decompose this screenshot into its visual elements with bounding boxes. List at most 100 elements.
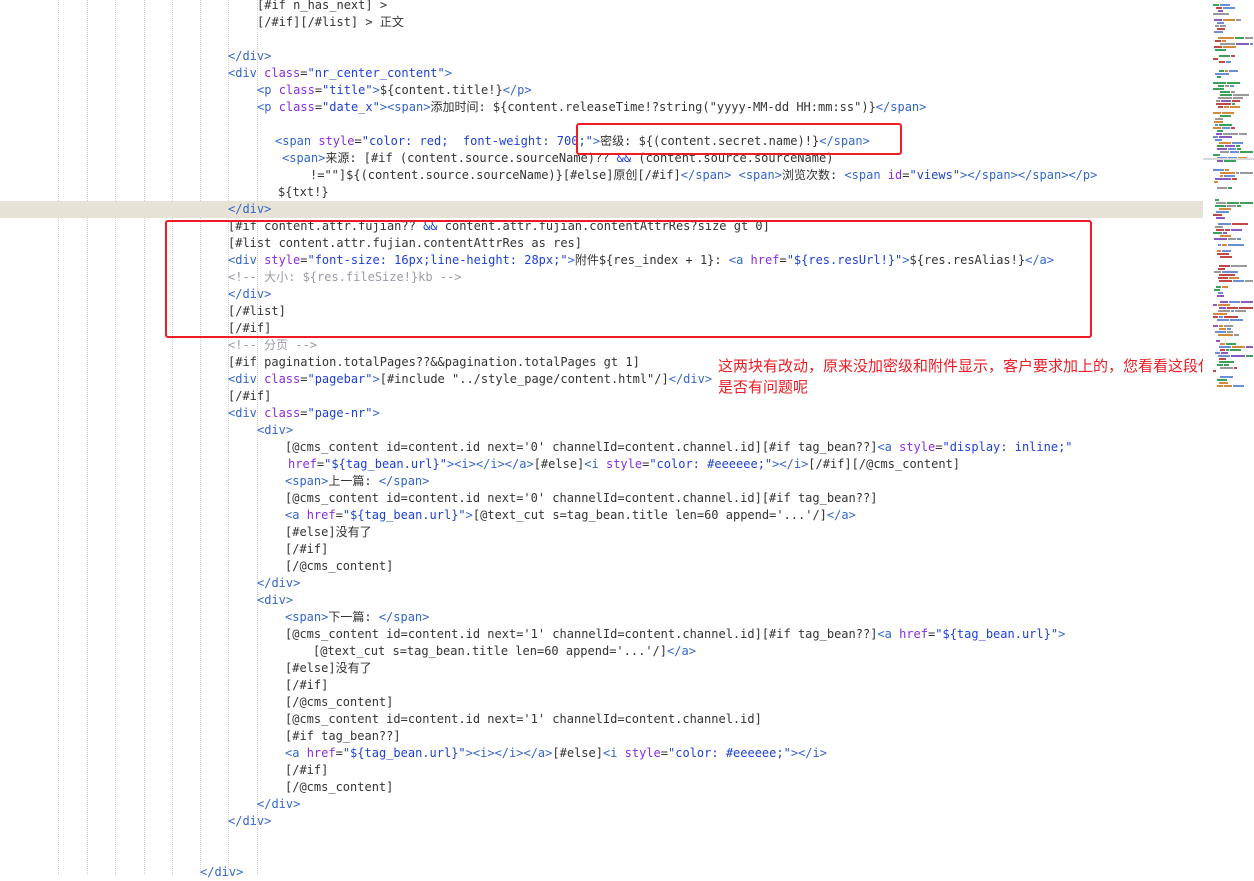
- code-token: =: [928, 627, 936, 641]
- code-token: <div: [228, 372, 265, 386]
- code-token: [@cms_content id=content.id next='0' cha…: [285, 491, 878, 505]
- code-token: href: [306, 508, 336, 522]
- minimap-stroke: [1237, 238, 1241, 240]
- code-line[interactable]: [@cms_content id=content.id next='0' cha…: [0, 490, 1203, 507]
- code-line[interactable]: [@cms_content id=content.id next='1' cha…: [0, 711, 1203, 728]
- code-line-content: [/#if]: [228, 388, 271, 405]
- code-line[interactable]: <div class="page-nr">: [0, 405, 1203, 422]
- minimap-stroke: [1217, 22, 1224, 24]
- minimap-stroke: [1235, 310, 1246, 312]
- code-line[interactable]: [@cms_content id=content.id next='0' cha…: [0, 439, 1203, 456]
- code-line[interactable]: <a href="${tag_bean.url}"><i></i></a>[#e…: [0, 745, 1203, 762]
- minimap-stroke: [1219, 274, 1235, 276]
- code-token: <span>: [738, 168, 782, 182]
- code-line-content: <a href="${tag_bean.url}"><i></i></a>[#e…: [285, 745, 827, 762]
- code-line-content: <div class="nr_center_content">: [228, 65, 452, 82]
- minimap-stroke: [1246, 346, 1253, 348]
- code-token: <span>: [285, 474, 329, 488]
- code-line[interactable]: [/@cms_content]: [0, 694, 1203, 711]
- code-line[interactable]: <!-- 分页 -->: [0, 337, 1203, 354]
- code-line-content: </div>: [228, 201, 271, 218]
- minimap-stroke: [1219, 328, 1226, 330]
- code-line[interactable]: <p class="title">${content.title!}</p>: [0, 82, 1203, 99]
- code-line[interactable]: ${txt!}: [0, 184, 1203, 201]
- minimap-stroke: [1219, 346, 1231, 348]
- minimap-stroke: [1245, 280, 1253, 282]
- code-line[interactable]: </div>: [0, 864, 1203, 881]
- code-line[interactable]: [0, 830, 1203, 847]
- minimap-stroke: [1215, 25, 1219, 27]
- code-line[interactable]: [/#if]: [0, 541, 1203, 558]
- code-line-content: [/#if]: [285, 541, 328, 558]
- code-line[interactable]: <div>: [0, 592, 1203, 609]
- code-token: class: [264, 372, 301, 386]
- code-line[interactable]: <div>: [0, 422, 1203, 439]
- code-line[interactable]: [/#if][/#list] > 正文: [0, 14, 1203, 31]
- minimap-stroke: [1232, 142, 1243, 144]
- code-line[interactable]: [/@cms_content]: [0, 779, 1203, 796]
- minimap[interactable]: [1203, 0, 1254, 875]
- code-line[interactable]: <div class="nr_center_content">: [0, 65, 1203, 82]
- code-line-content: href="${tag_bean.url}"><i></i></a>[#else…: [288, 456, 960, 473]
- code-line[interactable]: </div>: [0, 201, 1203, 218]
- code-line[interactable]: [#if n_has_next] >: [0, 0, 1203, 14]
- code-line-content: [#else]没有了: [285, 524, 372, 541]
- minimap-stroke: [1219, 55, 1230, 57]
- minimap-stroke: [1215, 199, 1219, 201]
- code-line[interactable]: </div>: [0, 48, 1203, 65]
- code-line[interactable]: </div>: [0, 575, 1203, 592]
- code-line[interactable]: <a href="${tag_bean.url}">[@text_cut s=t…: [0, 507, 1203, 524]
- minimap-stroke: [1219, 382, 1228, 384]
- minimap-stroke: [1217, 379, 1227, 381]
- minimap-stroke: [1213, 58, 1218, 60]
- minimap-stroke: [1232, 103, 1235, 105]
- code-line[interactable]: [0, 31, 1203, 48]
- minimap-stroke: [1227, 331, 1233, 333]
- code-line[interactable]: <p class="date_x"><span>添加时间: ${content.…: [0, 99, 1203, 116]
- minimap-stroke: [1218, 292, 1223, 294]
- minimap-stroke: [1240, 151, 1253, 153]
- minimap-stroke: [1217, 187, 1227, 189]
- code-token: <i>: [472, 746, 495, 760]
- minimap-stroke: [1229, 301, 1240, 303]
- code-token: =: [335, 746, 343, 760]
- code-token: <!-- 分页 -->: [228, 338, 318, 352]
- minimap-stroke: [1220, 256, 1232, 258]
- minimap-stroke: [1222, 244, 1227, 246]
- code-token: </span>: [1017, 168, 1069, 182]
- code-line-content: </div>: [228, 813, 271, 830]
- code-line[interactable]: [#if tag_bean??]: [0, 728, 1203, 745]
- code-token: >: [1058, 627, 1066, 641]
- minimap-stroke: [1233, 385, 1244, 387]
- code-line[interactable]: href="${tag_bean.url}"><i></i></a>[#else…: [0, 456, 1203, 473]
- code-line[interactable]: [/#if]: [0, 677, 1203, 694]
- code-line[interactable]: [/@cms_content]: [0, 558, 1203, 575]
- minimap-stroke: [1219, 136, 1232, 138]
- code-line-content: [#if pagination.totalPages??&&pagination…: [228, 354, 640, 371]
- code-line[interactable]: [0, 847, 1203, 864]
- code-line[interactable]: </div>: [0, 796, 1203, 813]
- code-line[interactable]: [#else]没有了: [0, 660, 1203, 677]
- code-line[interactable]: !=""]${(content.source.sourceName)}[#els…: [0, 167, 1203, 184]
- code-line[interactable]: <span>上一篇: </span>: [0, 473, 1203, 490]
- minimap-viewport[interactable]: [1203, 158, 1254, 160]
- code-token: [#else]: [533, 457, 585, 471]
- code-line[interactable]: [@cms_content id=content.id next='1' cha…: [0, 626, 1203, 643]
- code-token: </div>: [257, 576, 301, 590]
- minimap-stroke: [1218, 277, 1228, 279]
- minimap-stroke: [1213, 214, 1222, 216]
- minimap-stroke: [1219, 70, 1224, 72]
- code-line[interactable]: [@text_cut s=tag_bean.title len=60 appen…: [0, 643, 1203, 660]
- code-line[interactable]: [/#if]: [0, 762, 1203, 779]
- code-line[interactable]: [#else]没有了: [0, 524, 1203, 541]
- code-token: 下一篇:: [328, 610, 379, 624]
- minimap-stroke: [1220, 151, 1229, 153]
- minimap-stroke: [1222, 250, 1231, 252]
- code-line[interactable]: <span>下一篇: </span>: [0, 609, 1203, 626]
- minimap-stroke: [1224, 325, 1233, 327]
- minimap-stroke: [1216, 133, 1222, 135]
- minimap-stroke: [1217, 295, 1224, 297]
- minimap-stroke: [1219, 358, 1226, 360]
- code-line[interactable]: </div>: [0, 813, 1203, 830]
- minimap-stroke: [1219, 61, 1225, 63]
